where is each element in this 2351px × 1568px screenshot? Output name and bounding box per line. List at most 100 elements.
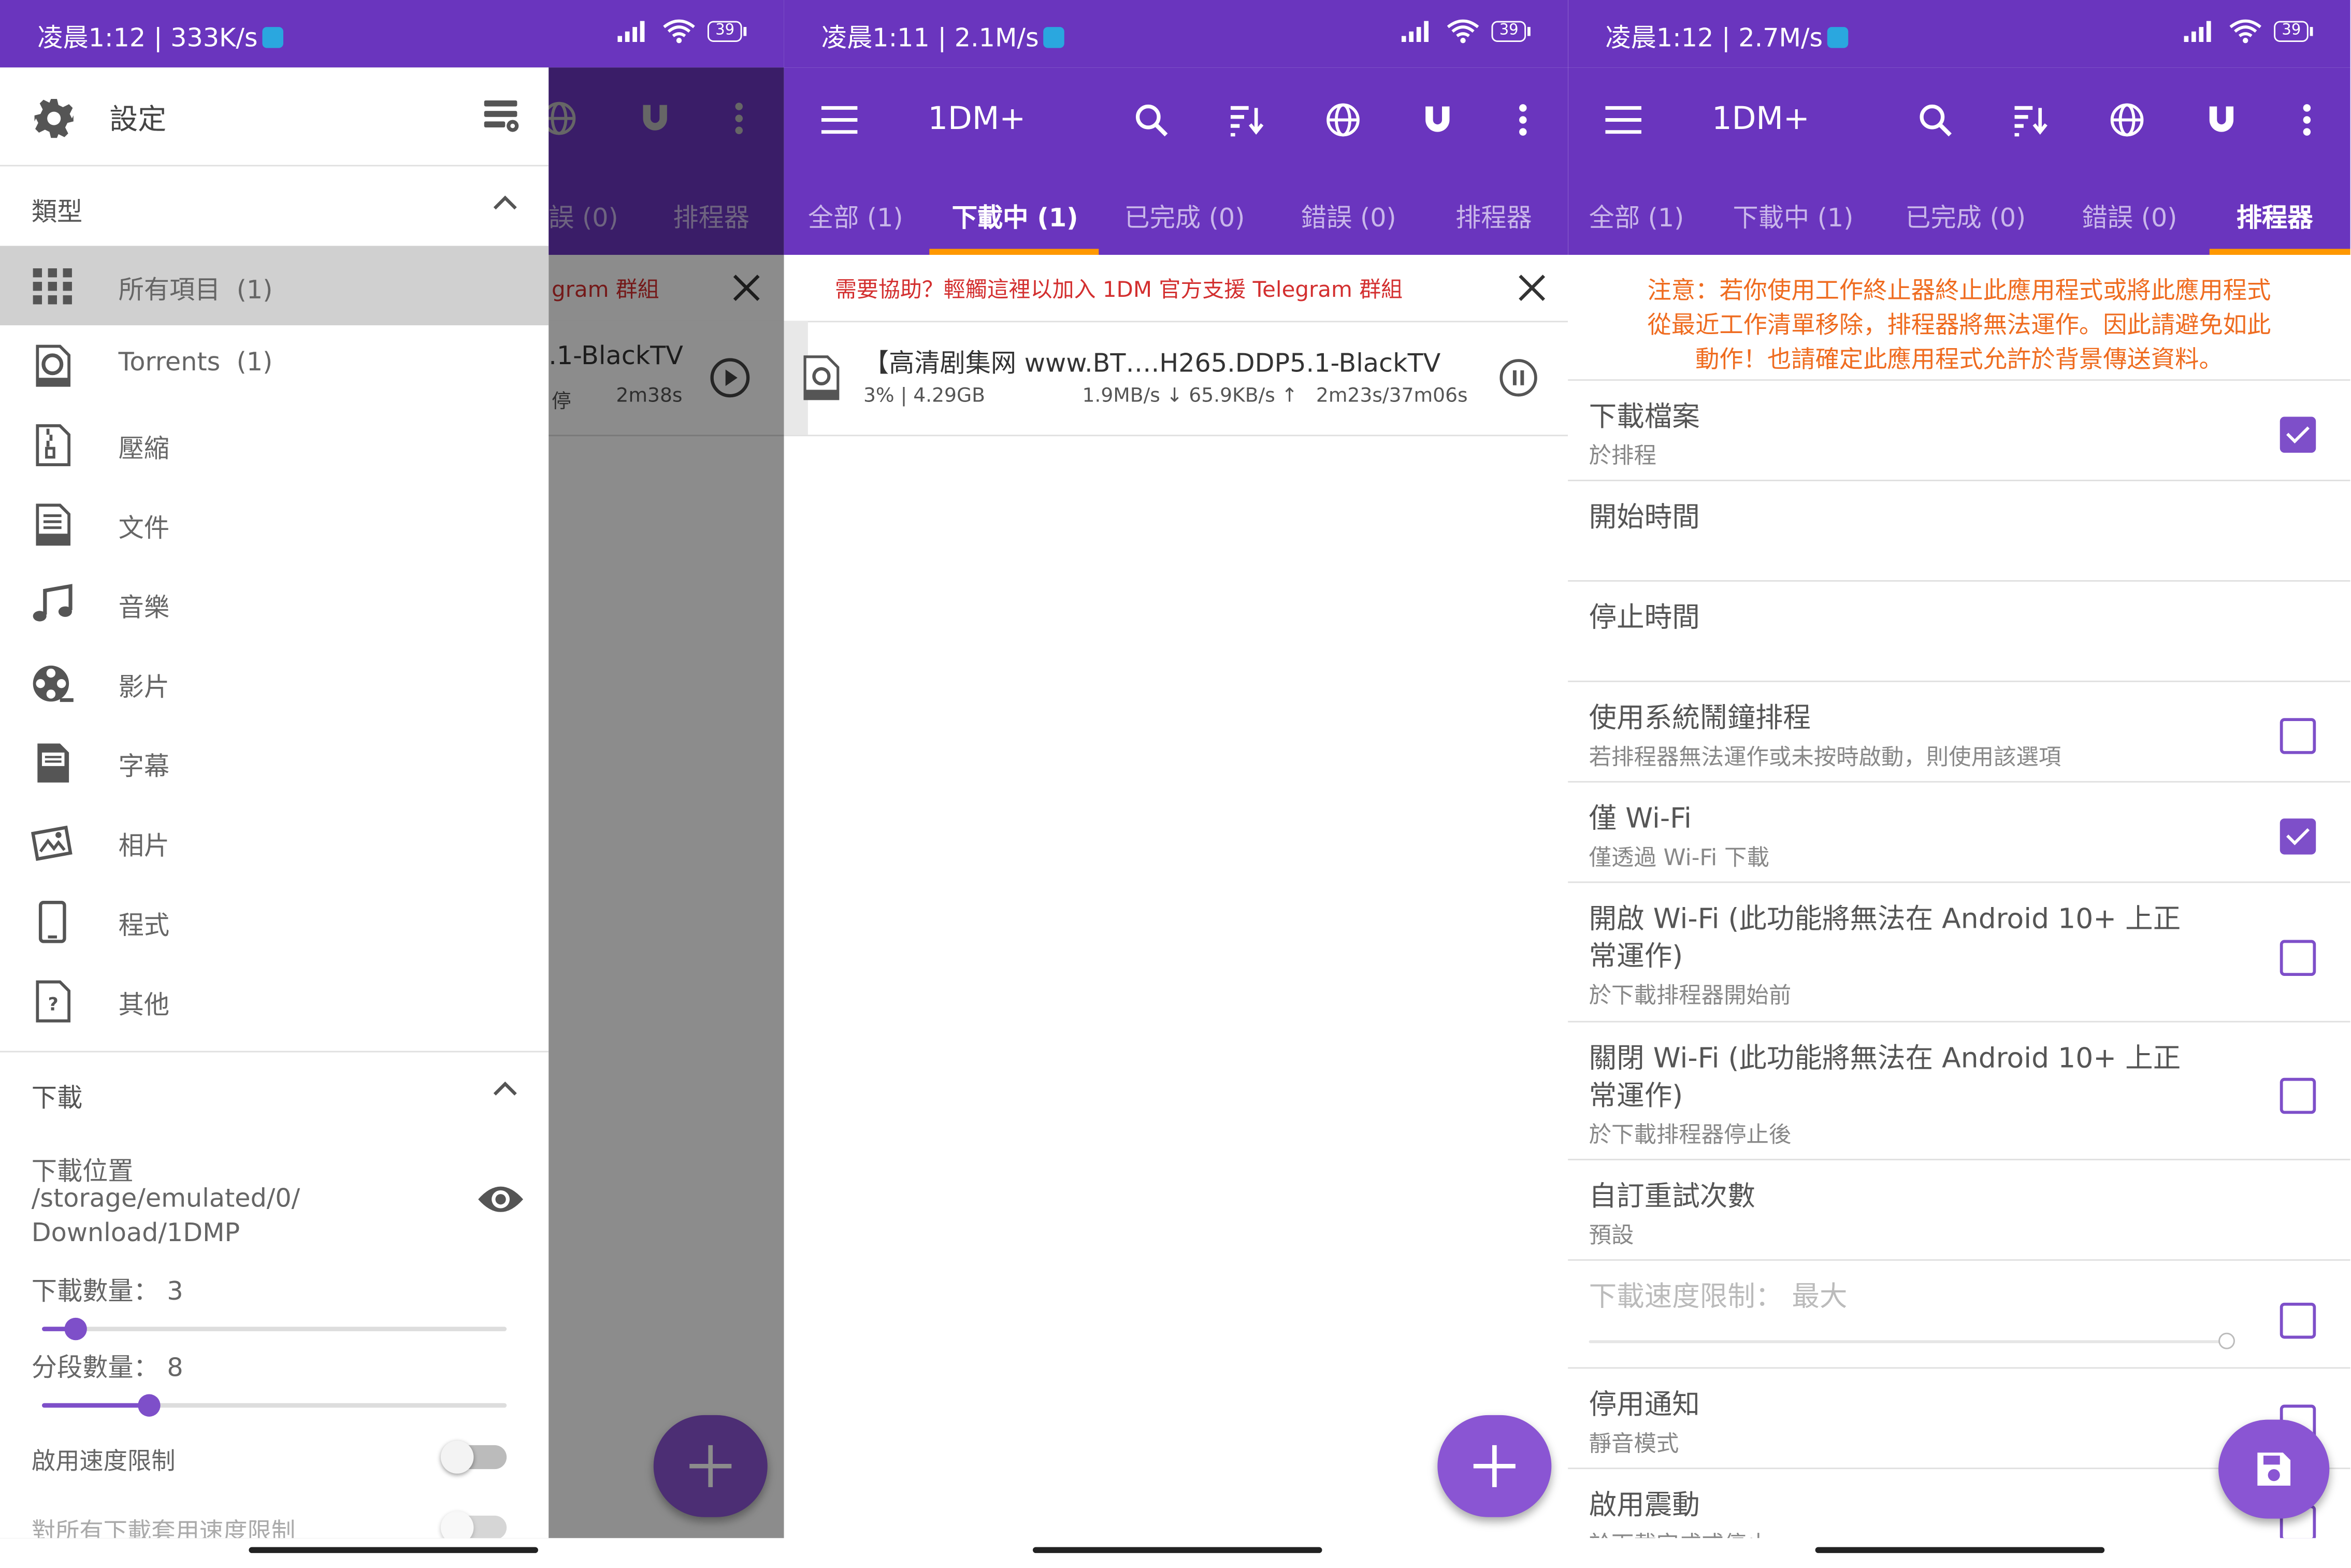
battery-icon: 39 bbox=[1492, 21, 1530, 42]
category-item-music[interactable]: 音樂 bbox=[0, 564, 549, 643]
torrent-icon bbox=[36, 344, 71, 387]
setting-wifi-only[interactable]: 僅 Wi-Fi 僅透過 Wi-Fi 下載 bbox=[1568, 783, 2350, 883]
category-item-apps[interactable]: 程式 bbox=[0, 882, 549, 961]
magnet-button[interactable] bbox=[1415, 97, 1460, 142]
category-item-subtitles[interactable]: 字幕 bbox=[0, 723, 549, 802]
sort-button[interactable] bbox=[2007, 97, 2052, 142]
menu-button[interactable] bbox=[817, 97, 862, 142]
setting-title: 開始時間 bbox=[1589, 502, 1700, 534]
speed-limit-toggle[interactable] bbox=[440, 1441, 507, 1474]
tab-completed[interactable]: 已完成 (0) bbox=[1905, 196, 2026, 234]
category-section-label: 類型 bbox=[31, 198, 83, 228]
category-item-all[interactable]: 所有項目 (1) bbox=[0, 246, 549, 325]
eye-icon[interactable] bbox=[477, 1183, 525, 1216]
magnet-icon bbox=[1425, 106, 1450, 132]
download-item[interactable]: 【高清剧集网 www.BT….H265.DDP5.1-BlackTV 3% | … bbox=[784, 321, 1568, 437]
home-indicator[interactable] bbox=[1032, 1547, 1322, 1553]
setting-turn-on-wifi[interactable]: 開啟 Wi-Fi (此功能將無法在 Android 10+ 上正 常運作) 於下… bbox=[1568, 883, 2350, 1023]
more-options-button[interactable] bbox=[2284, 97, 2329, 142]
more-options-button[interactable] bbox=[1501, 97, 1546, 142]
settings-list-icon[interactable] bbox=[483, 97, 522, 133]
setting-system-alarm[interactable]: 使用系統鬧鐘排程 若排程器無法運作或未按時啟動，則使用該選項 bbox=[1568, 682, 2350, 783]
download-count-slider[interactable] bbox=[42, 1317, 507, 1341]
home-indicator[interactable] bbox=[1815, 1547, 2105, 1553]
slider-thumb[interactable] bbox=[64, 1317, 87, 1341]
status-bar: 凌晨1:12 | 2.7M/s 39 bbox=[1568, 0, 2350, 68]
magnet-button[interactable] bbox=[2199, 97, 2244, 142]
download-location-path1: /storage/emulated/0/ bbox=[31, 1184, 300, 1215]
add-download-fab[interactable] bbox=[1437, 1415, 1552, 1517]
plus-icon bbox=[1473, 1445, 1516, 1487]
setting-stop-time[interactable]: 停止時間 bbox=[1568, 582, 2350, 682]
slider-thumb[interactable] bbox=[138, 1394, 161, 1417]
home-indicator[interactable] bbox=[248, 1547, 538, 1553]
tab-scheduler[interactable]: 排程器 bbox=[1455, 196, 1532, 234]
active-tab-indicator bbox=[2209, 249, 2350, 255]
sort-icon bbox=[2014, 106, 2047, 137]
segment-count-slider[interactable] bbox=[42, 1394, 507, 1417]
browser-button[interactable] bbox=[2104, 97, 2150, 142]
active-tab-indicator bbox=[929, 249, 1099, 255]
category-item-video[interactable]: 影片 bbox=[0, 643, 549, 723]
setting-checkbox[interactable] bbox=[2280, 818, 2316, 855]
category-count: (1) bbox=[236, 276, 273, 306]
more-vert-icon bbox=[1519, 104, 1527, 136]
photo-icon bbox=[31, 825, 73, 861]
search-button[interactable] bbox=[1913, 97, 1958, 142]
pause-icon[interactable] bbox=[1499, 358, 1538, 397]
category-item-photos[interactable]: 相片 bbox=[0, 802, 549, 881]
torrent-file-icon bbox=[803, 355, 840, 400]
setting-start-time[interactable]: 開始時間 bbox=[1568, 481, 2350, 582]
telegram-help-banner[interactable]: 需要協助？輕觸這裡以加入 1DM 官方支援 Telegram 群組 bbox=[784, 254, 1568, 323]
category-label: 字幕 bbox=[118, 752, 170, 783]
tab-all[interactable]: 全部 (1) bbox=[808, 196, 903, 234]
tab-errors[interactable]: 錯誤 (0) bbox=[1301, 196, 1396, 234]
category-label: 音樂 bbox=[118, 594, 170, 624]
setting-speed-limit[interactable]: 下載速度限制： 最大 bbox=[1568, 1261, 2350, 1369]
download-progress-size: 3% | 4.29GB bbox=[863, 385, 985, 408]
browser-button[interactable] bbox=[1321, 97, 1366, 142]
tab-downloading[interactable]: 下載中 (1) bbox=[952, 196, 1078, 234]
setting-retry-count[interactable]: 自訂重試次數 預設 bbox=[1568, 1160, 2350, 1261]
hamburger-icon bbox=[1605, 106, 1641, 134]
category-item-documents[interactable]: 文件 bbox=[0, 484, 549, 564]
category-item-compressed[interactable]: 壓縮 bbox=[0, 405, 549, 484]
download-section-header[interactable]: 下載 bbox=[0, 1051, 549, 1132]
battery-icon: 39 bbox=[2274, 21, 2313, 42]
speed-limit-label: 啟用速度限制 bbox=[31, 1446, 176, 1475]
status-time: 凌晨1:12 bbox=[37, 24, 146, 54]
category-label: 文件 bbox=[118, 514, 170, 544]
note-line: 從最近工作清單移除，排程器將無法運作。因此請避免如此 bbox=[1647, 310, 2271, 339]
setting-title: 下載速度限制： 最大 bbox=[1589, 1282, 1848, 1314]
category-section-header[interactable]: 類型 bbox=[0, 165, 549, 246]
setting-checkbox[interactable] bbox=[2280, 1077, 2316, 1114]
tab-errors[interactable]: 錯誤 (0) bbox=[2082, 196, 2177, 234]
tab-completed[interactable]: 已完成 (0) bbox=[1124, 196, 1245, 234]
toggle-knob bbox=[440, 1441, 474, 1474]
setting-turn-off-wifi[interactable]: 關閉 Wi-Fi (此功能將無法在 Android 10+ 上正 常運作) 於下… bbox=[1568, 1023, 2350, 1160]
search-button[interactable] bbox=[1129, 97, 1174, 142]
tab-downloading[interactable]: 下載中 (1) bbox=[1733, 196, 1853, 234]
status-speed: 333K/s bbox=[170, 24, 258, 54]
category-item-torrents[interactable]: Torrents (1) bbox=[0, 325, 549, 405]
setting-subtitle: 僅透過 Wi-Fi 下載 bbox=[1589, 844, 1769, 871]
menu-button[interactable] bbox=[1601, 97, 1646, 142]
download-time: 2m23s/37m06s bbox=[1316, 385, 1468, 408]
setting-download-files[interactable]: 下載檔案 於排程 bbox=[1568, 381, 2350, 481]
setting-checkbox[interactable] bbox=[2280, 416, 2316, 453]
navigation-drawer: 設定 類型 所有項目 (1) Torrents (1) 壓縮 文件 音樂 影片 … bbox=[0, 67, 549, 1538]
save-fab[interactable] bbox=[2218, 1419, 2330, 1519]
speed-limit-all-toggle[interactable] bbox=[440, 1511, 507, 1538]
sort-button[interactable] bbox=[1223, 97, 1268, 142]
tab-all[interactable]: 全部 (1) bbox=[1589, 196, 1684, 234]
close-icon[interactable] bbox=[1514, 270, 1550, 306]
category-item-other[interactable]: ? 其他 bbox=[0, 961, 549, 1040]
setting-checkbox[interactable] bbox=[2280, 1302, 2316, 1339]
status-time: 凌晨1:12 bbox=[1605, 24, 1714, 54]
scheduler-warning-note: 注意：若你使用工作終止器終止此應用程式或將此應用程式 從最近工作清單移除，排程器… bbox=[1586, 273, 2332, 377]
drawer-header[interactable]: 設定 bbox=[0, 67, 549, 167]
setting-checkbox[interactable] bbox=[2280, 940, 2316, 976]
subtitle-icon bbox=[37, 743, 69, 783]
tab-scheduler[interactable]: 排程器 bbox=[2237, 196, 2313, 234]
setting-checkbox[interactable] bbox=[2280, 718, 2316, 754]
